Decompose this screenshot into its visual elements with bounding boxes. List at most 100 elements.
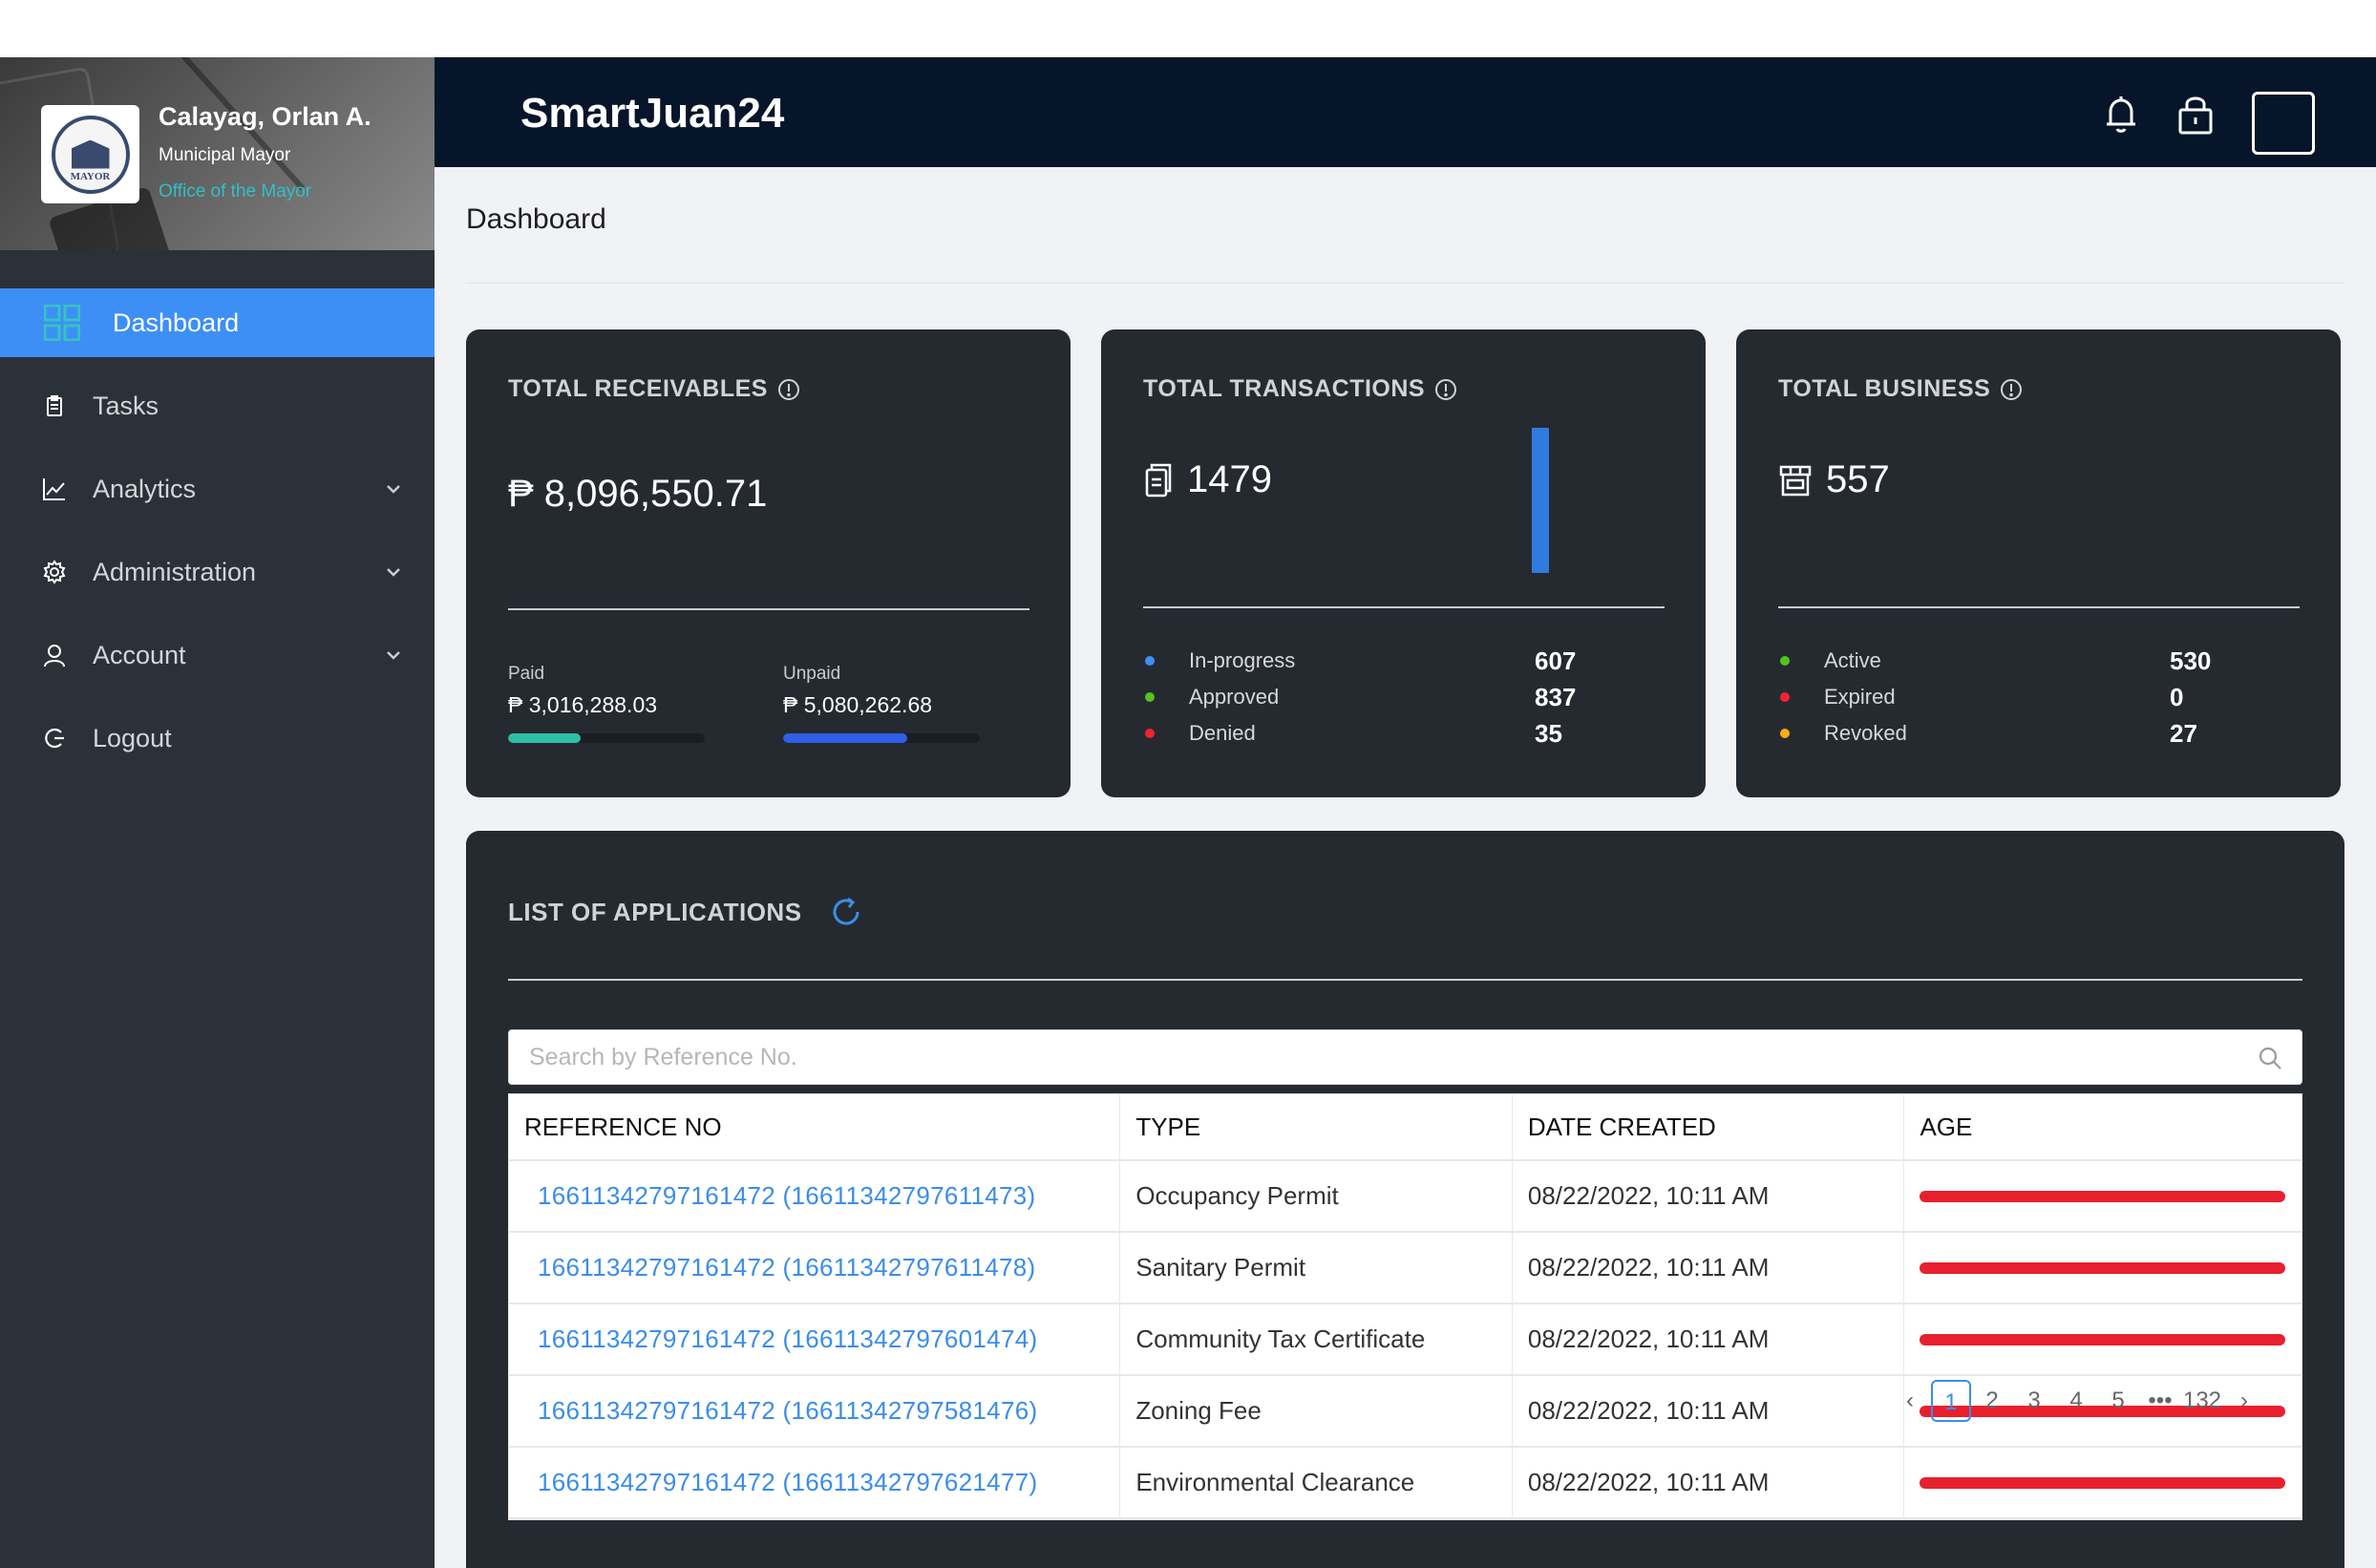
status-dot (1145, 729, 1155, 738)
card-title: TOTAL TRANSACTIONS (1143, 375, 1457, 403)
date-cell: 08/22/2022, 10:11 AM (1513, 1448, 1905, 1517)
age-bar (1920, 1190, 2286, 1202)
unpaid-value: ₱ 5,080,262.68 (783, 692, 933, 717)
age-cell (1904, 1161, 2302, 1231)
reference-link[interactable]: 16611342797161472 (16611342797601474) (538, 1324, 1037, 1354)
chevron-down-icon[interactable] (384, 562, 403, 582)
divider (1143, 606, 1665, 608)
sidebar-item-label: Logout (93, 723, 172, 752)
logout-icon (41, 725, 68, 752)
reference-cell: 16611342797161472 (16611342797621477) (509, 1448, 1121, 1517)
bell-icon[interactable] (2099, 92, 2143, 136)
transactions-bar (1532, 428, 1549, 573)
status-dot (1780, 656, 1790, 666)
sidebar-item-logout[interactable]: Logout (0, 704, 435, 773)
receivables-amount: ₱ 8,096,550.71 (508, 473, 768, 515)
table-row[interactable]: 16611342797161472 (16611342797611473) Oc… (509, 1161, 2302, 1233)
sidebar-item-dashboard[interactable]: Dashboard (0, 288, 435, 357)
refresh-icon[interactable] (829, 895, 863, 929)
paid-value: ₱ 3,016,288.03 (508, 692, 658, 717)
prev-page-button[interactable]: ‹ (1889, 1380, 1931, 1422)
legend-denied: Denied 35 (1143, 719, 1640, 748)
applications-panel: LIST OF APPLICATIONS REFERENCE NO TYPE D… (466, 831, 2344, 1568)
column-header-reference[interactable]: REFERENCE NO (509, 1094, 1121, 1159)
reference-cell: 16611342797161472 (16611342797581476) (509, 1376, 1121, 1446)
app-brand[interactable]: SmartJuan24 (520, 90, 784, 138)
column-header-type[interactable]: TYPE (1120, 1094, 1513, 1159)
sidebar-item-tasks[interactable]: Tasks (0, 371, 435, 440)
page-button[interactable]: 132 (2181, 1380, 2223, 1422)
search-icon[interactable] (2258, 1046, 2282, 1070)
reference-cell: 16611342797161472 (16611342797601474) (509, 1304, 1121, 1374)
avatar[interactable]: MAYOR (41, 105, 139, 203)
info-icon[interactable] (1434, 378, 1457, 401)
date-cell: 08/22/2022, 10:11 AM (1513, 1161, 1905, 1231)
card-title: TOTAL BUSINESS (1778, 375, 2023, 403)
legend-in-progress: In-progress 607 (1143, 646, 1640, 675)
reference-cell: 16611342797161472 (16611342797611478) (509, 1233, 1121, 1303)
business-total: 557 (1778, 458, 1890, 501)
sidebar-item-account[interactable]: Account (0, 621, 435, 689)
table-row[interactable]: 16611342797161472 (16611342797601474) Co… (509, 1304, 2302, 1376)
status-dot (1780, 729, 1790, 738)
table-header-row: REFERENCE NO TYPE DATE CREATED AGE (509, 1094, 2302, 1161)
divider (1778, 606, 2300, 608)
search-input[interactable] (509, 1030, 2302, 1084)
type-cell: Occupancy Permit (1120, 1161, 1513, 1231)
sidebar-nav: Dashboard Tasks Analytics Administration (0, 288, 435, 787)
page-ellipsis[interactable]: ••• (2139, 1380, 2181, 1422)
type-cell: Sanitary Permit (1120, 1233, 1513, 1303)
profile-office: Office of the Mayor (159, 181, 312, 201)
status-dot (1145, 656, 1155, 666)
status-dot (1145, 692, 1155, 702)
type-cell: Environmental Clearance (1120, 1448, 1513, 1517)
sidebar-item-label: Account (93, 640, 186, 669)
reference-link[interactable]: 16611342797161472 (16611342797581476) (538, 1396, 1037, 1426)
sidebar-item-administration[interactable]: Administration (0, 538, 435, 606)
office-seal-icon: MAYOR (51, 115, 130, 194)
legend-approved: Approved 837 (1143, 683, 1640, 711)
chevron-down-icon[interactable] (384, 479, 403, 498)
age-cell (1904, 1233, 2302, 1303)
paid-progress-bar (508, 733, 705, 743)
reference-link[interactable]: 16611342797161472 (16611342797621477) (538, 1468, 1037, 1497)
info-icon[interactable] (2000, 378, 2023, 401)
sidebar-item-analytics[interactable]: Analytics (0, 455, 435, 523)
gear-icon (41, 559, 68, 585)
divider (466, 283, 2344, 284)
status-dot (1780, 692, 1790, 702)
top-header: SmartJuan24 (435, 57, 2376, 167)
transactions-total: 1479 (1143, 458, 1272, 501)
line-chart-icon (41, 476, 68, 502)
card-total-business: TOTAL BUSINESS 557 Active 530 Expired 0 … (1736, 329, 2341, 797)
table-row[interactable]: 16611342797161472 (16611342797611478) Sa… (509, 1233, 2302, 1304)
next-page-button[interactable]: › (2223, 1380, 2265, 1422)
unpaid-progress-bar (783, 733, 980, 743)
page-button-current[interactable]: 1 (1931, 1380, 1971, 1422)
paid-progress-fill (508, 733, 582, 743)
top-strip (0, 0, 2376, 57)
applications-table: REFERENCE NO TYPE DATE CREATED AGE 16611… (508, 1093, 2302, 1520)
column-header-date[interactable]: DATE CREATED (1513, 1094, 1905, 1159)
sidebar-item-label: Analytics (93, 474, 197, 503)
menu-box-icon[interactable] (2252, 92, 2315, 155)
reference-link[interactable]: 16611342797161472 (16611342797611473) (538, 1181, 1036, 1211)
info-icon[interactable] (777, 378, 800, 401)
page-button[interactable]: 4 (2055, 1380, 2097, 1422)
type-cell: Community Tax Certificate (1120, 1304, 1513, 1374)
page-button[interactable]: 3 (2013, 1380, 2055, 1422)
column-header-age[interactable]: AGE (1904, 1094, 2302, 1159)
sidebar-item-label: Administration (93, 557, 257, 586)
lock-icon[interactable] (2174, 92, 2217, 136)
age-cell (1904, 1304, 2302, 1374)
page-button[interactable]: 2 (1971, 1380, 2013, 1422)
date-cell: 08/22/2022, 10:11 AM (1513, 1304, 1905, 1374)
page-button[interactable]: 5 (2097, 1380, 2139, 1422)
search-field (508, 1029, 2302, 1085)
age-bar (1920, 1333, 2286, 1346)
chevron-down-icon[interactable] (384, 646, 403, 665)
documents-icon (1145, 463, 1172, 497)
reference-link[interactable]: 16611342797161472 (16611342797611478) (538, 1253, 1036, 1282)
profile-role: Municipal Mayor (159, 145, 291, 165)
table-row[interactable]: 16611342797161472 (16611342797621477) En… (509, 1448, 2302, 1519)
